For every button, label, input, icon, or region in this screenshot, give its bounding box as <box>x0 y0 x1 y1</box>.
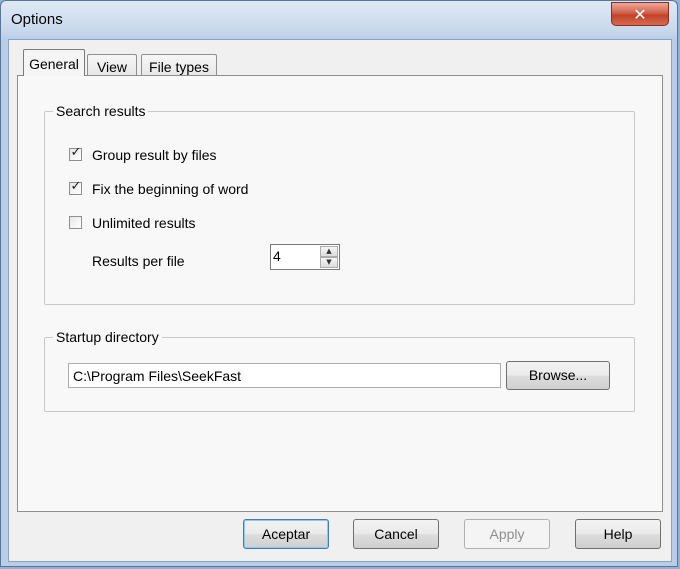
group-by-files-option[interactable]: ✓ Group result by files <box>69 145 369 165</box>
startup-directory-input[interactable] <box>68 363 501 388</box>
tab-general[interactable]: General <box>23 49 85 76</box>
unlimited-results-checkbox[interactable] <box>69 216 82 229</box>
arrow-up-icon: ▲ <box>326 247 332 255</box>
stepper-down-button[interactable]: ▼ <box>320 257 338 268</box>
cancel-button[interactable]: Cancel <box>353 519 439 549</box>
stepper-up-button[interactable]: ▲ <box>320 246 338 257</box>
cancel-button-label: Cancel <box>374 526 418 542</box>
close-icon: ✕ <box>633 5 647 24</box>
fix-beginning-label: Fix the beginning of word <box>92 181 249 197</box>
arrow-down-icon: ▼ <box>326 258 332 266</box>
ok-button[interactable]: Aceptar <box>243 519 329 549</box>
tab-file-types-label: File types <box>149 59 209 75</box>
apply-button[interactable]: Apply <box>464 519 550 549</box>
results-per-file-stepper: ▲ ▼ <box>270 244 340 270</box>
close-button[interactable]: ✕ <box>611 2 669 26</box>
unlimited-results-option[interactable]: Unlimited results <box>69 215 369 233</box>
title-bar: Options ✕ <box>1 1 679 39</box>
help-button-label: Help <box>603 526 633 542</box>
apply-button-label: Apply <box>489 526 525 542</box>
options-dialog: Options ✕ General View File types Search… <box>0 0 678 567</box>
window-title: Options <box>11 11 63 28</box>
browse-button[interactable]: Browse... <box>506 361 610 390</box>
results-per-file-label: Results per file <box>92 253 185 269</box>
checkmark-icon: ✓ <box>70 145 82 160</box>
tab-file-types[interactable]: File types <box>141 54 217 76</box>
fix-beginning-option[interactable]: ✓ Fix the beginning of word <box>69 179 369 199</box>
startup-directory-legend: Startup directory <box>53 329 162 345</box>
ok-button-label: Aceptar <box>261 526 311 542</box>
dialog-body: General View File types Search results ✓… <box>8 39 672 562</box>
group-by-files-label: Group result by files <box>92 147 217 163</box>
browse-button-label: Browse... <box>528 367 588 383</box>
tab-general-label: General <box>29 56 79 72</box>
fix-beginning-checkbox[interactable]: ✓ <box>69 179 82 195</box>
startup-directory-group: Startup directory Browse... <box>44 329 635 412</box>
general-tab-panel: Search results ✓ Group result by files ✓… <box>17 75 663 512</box>
tab-view[interactable]: View <box>87 54 137 76</box>
search-results-group: Search results ✓ Group result by files ✓… <box>44 103 635 305</box>
group-by-files-checkbox[interactable]: ✓ <box>69 145 82 161</box>
tab-view-label: View <box>96 59 128 75</box>
help-button[interactable]: Help <box>575 519 661 549</box>
unlimited-results-label: Unlimited results <box>92 215 196 231</box>
checkmark-icon: ✓ <box>70 179 82 194</box>
results-per-file-input[interactable] <box>273 247 317 265</box>
search-results-legend: Search results <box>53 103 149 119</box>
